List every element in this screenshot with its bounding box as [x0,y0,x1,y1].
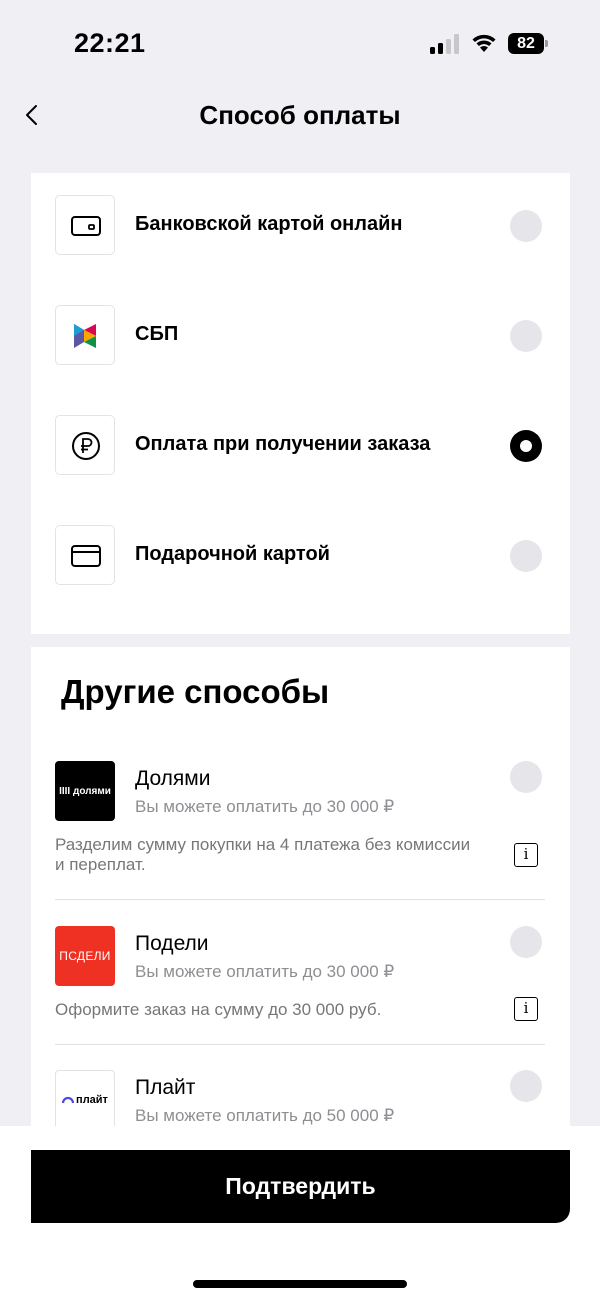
dolyami-logo: IIII долями [55,761,115,821]
status-time: 22:21 [74,28,146,58]
nav-bar: Способ оплаты [0,90,600,150]
payment-methods-card: Банковской картой онлайн СБП Оплата при … [31,173,570,634]
info-icon[interactable]: i [514,843,538,867]
payment-option-label: СБП [135,323,179,345]
radio-button[interactable] [510,540,542,572]
ruble-icon [72,432,100,460]
payment-option-sbp[interactable]: СБП [31,283,570,373]
plait-logo: плайт [55,1070,115,1130]
page-title: Способ оплаты [199,100,401,130]
home-indicator [193,1280,407,1288]
bnpl-limit: Вы можете оплатить до 30 000 ₽ [135,962,395,981]
payment-option-cash-on-delivery[interactable]: Оплата при получении заказа [31,393,570,483]
bnpl-limit: Вы можете оплатить до 50 000 ₽ [135,1106,395,1125]
radio-button-selected[interactable] [510,430,542,462]
bnpl-option-podeli[interactable]: ПСДЕЛИ Подели Вы можете оплатить до 30 0… [31,926,570,1046]
radio-button[interactable] [510,761,542,793]
payment-option-gift-card[interactable]: Подарочной картой [31,503,570,593]
battery-icon: 82 [508,33,544,54]
cellular-signal-icon [430,34,462,54]
bnpl-name: Плайт [135,1076,196,1099]
info-icon[interactable]: i [514,997,538,1021]
payment-option-bank-card[interactable]: Банковской картой онлайн [31,173,570,263]
plait-arc-icon [62,1096,75,1104]
bnpl-option-dolyami[interactable]: IIII долями Долями Вы можете оплатить до… [31,761,570,901]
status-bar: 22:21 82 [0,0,600,90]
podeli-logo: ПСДЕЛИ [55,926,115,986]
radio-button[interactable] [510,320,542,352]
wallet-icon [71,216,101,236]
bnpl-name: Долями [135,767,211,790]
divider [55,899,545,900]
payment-option-label: Оплата при получении заказа [135,433,431,455]
radio-button[interactable] [510,210,542,242]
payment-option-label: Подарочной картой [135,543,330,565]
battery-tip [545,40,548,47]
confirm-button[interactable]: Подтвердить [31,1150,570,1223]
bnpl-name: Подели [135,932,209,955]
bnpl-limit: Вы можете оплатить до 30 000 ₽ [135,797,395,816]
payment-option-label: Банковской картой онлайн [135,213,403,235]
divider [55,1044,545,1045]
bnpl-description: Оформите заказ на сумму до 30 000 руб. [55,1000,382,1019]
payment-option-icon-box [55,305,115,365]
payment-option-icon-box [55,525,115,585]
bottom-bar: Подтвердить [0,1126,600,1300]
radio-button[interactable] [510,926,542,958]
payment-option-icon-box [55,415,115,475]
radio-button[interactable] [510,1070,542,1102]
bnpl-description: Разделим сумму покупки на 4 платежа без … [55,835,471,874]
wifi-icon [472,34,496,52]
payment-option-icon-box [55,195,115,255]
sbp-logo-icon [74,324,96,348]
other-methods-card: Другие способы IIII долями Долями Вы мож… [31,647,570,1147]
section-title: Другие способы [61,673,330,710]
plait-logo-text: плайт [76,1094,108,1106]
gift-card-icon [71,545,101,567]
